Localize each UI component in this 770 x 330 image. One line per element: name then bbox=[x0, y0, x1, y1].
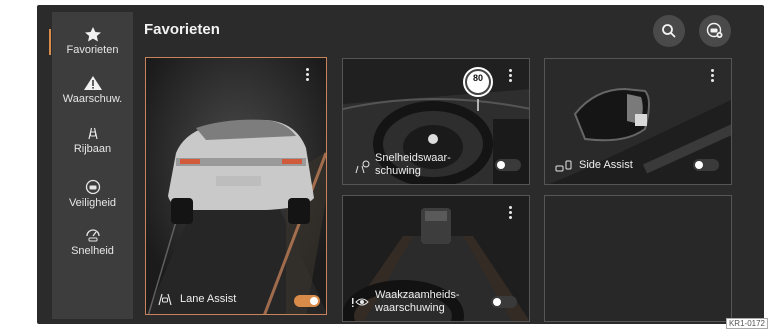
lane-icon bbox=[87, 127, 98, 140]
page-title: Favorieten bbox=[144, 21, 220, 38]
sidebar-item-label: Snelheid bbox=[71, 245, 114, 257]
card-menu-button[interactable] bbox=[505, 69, 515, 83]
card-attention-warning[interactable]: Waakzaamheids- waarschuwing bbox=[342, 195, 530, 322]
speed-warning-icon bbox=[355, 160, 370, 174]
toggle-knob bbox=[310, 297, 318, 305]
card-speed-warning[interactable]: 80 Snelheidswaar- schuwing bbox=[342, 58, 530, 185]
eye-warning-icon bbox=[352, 298, 369, 307]
star-icon bbox=[84, 27, 101, 42]
toggle-knob bbox=[497, 161, 505, 169]
card-menu-button[interactable] bbox=[302, 68, 312, 82]
lane-icon bbox=[158, 293, 172, 306]
speed-icon bbox=[85, 229, 100, 242]
card-label-line: Snelheidswaar- bbox=[375, 152, 451, 164]
warning-icon bbox=[83, 76, 102, 90]
card-menu-button[interactable] bbox=[505, 206, 515, 220]
car-settings-icon bbox=[706, 22, 723, 38]
card-lane-assist[interactable]: Lane Assist bbox=[145, 57, 327, 315]
speed-warning-toggle[interactable] bbox=[495, 159, 521, 171]
lane-assist-illustration bbox=[146, 58, 326, 314]
card-label-line: Waakzaamheids- bbox=[375, 289, 460, 301]
search-icon bbox=[662, 24, 676, 38]
active-indicator bbox=[49, 29, 51, 55]
sidebar-item-veiligheid[interactable]: Veiligheid bbox=[52, 179, 133, 209]
card-menu-button[interactable] bbox=[707, 69, 717, 83]
card-label-line: waarschuwing bbox=[375, 302, 445, 314]
sidebar-item-snelheid[interactable]: Snelheid bbox=[52, 227, 133, 257]
card-side-assist[interactable]: Side Assist bbox=[544, 58, 732, 185]
sidebar-item-favorieten[interactable]: Favorieten bbox=[52, 26, 133, 56]
side-assist-icon bbox=[555, 160, 572, 172]
shield-car-icon bbox=[85, 179, 100, 195]
card-label: Side Assist bbox=[579, 159, 633, 171]
sidebar-item-label: Rijbaan bbox=[73, 143, 112, 155]
sidebar-item-label: Waarschuw. bbox=[62, 93, 123, 105]
vehicle-settings-button[interactable] bbox=[699, 15, 731, 47]
infotainment-screen: Favorieten Waarschuw. Rijbaan Veiligheid bbox=[37, 5, 764, 324]
card-label-line: schuwing bbox=[375, 165, 421, 177]
image-reference-tag: KR1-0172 bbox=[725, 318, 768, 329]
sidebar: Favorieten Waarschuw. Rijbaan Veiligheid bbox=[49, 12, 133, 319]
card-empty-slot[interactable] bbox=[544, 195, 732, 322]
sidebar-item-rijbaan[interactable]: Rijbaan bbox=[52, 125, 133, 155]
sidebar-item-label: Veiligheid bbox=[68, 197, 117, 209]
card-label: Waakzaamheids- waarschuwing bbox=[375, 289, 460, 315]
toggle-knob bbox=[493, 298, 501, 306]
attention-warning-toggle[interactable] bbox=[491, 296, 517, 308]
search-button[interactable] bbox=[653, 15, 685, 47]
speed-limit-sign: 80 bbox=[472, 73, 483, 83]
toggle-knob bbox=[695, 161, 703, 169]
sidebar-item-waarschuwingen[interactable]: Waarschuw. bbox=[52, 75, 133, 105]
card-label: Snelheidswaar- schuwing bbox=[375, 152, 451, 178]
sidebar-item-label: Favorieten bbox=[66, 44, 119, 56]
side-assist-toggle[interactable] bbox=[693, 159, 719, 171]
lane-assist-toggle[interactable] bbox=[294, 295, 320, 307]
card-label: Lane Assist bbox=[180, 293, 237, 305]
